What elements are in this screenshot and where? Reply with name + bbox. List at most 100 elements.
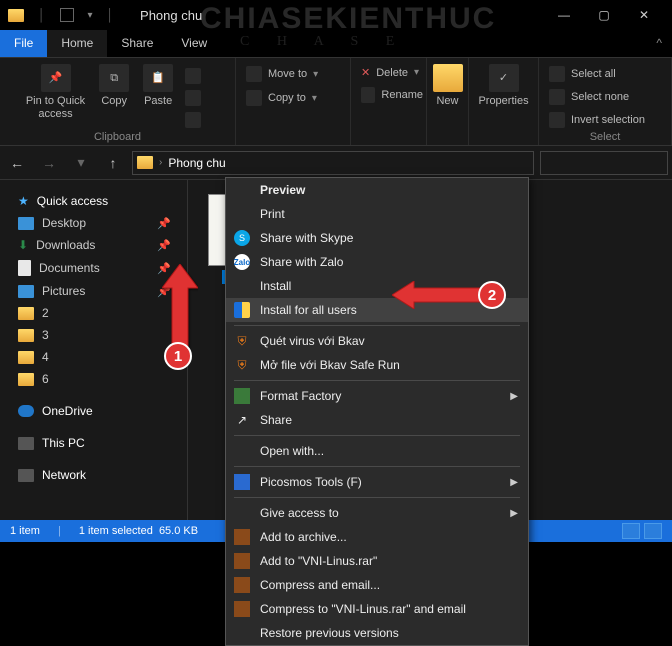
copy-button[interactable]: ⧉Copy xyxy=(93,62,135,110)
rename-button[interactable]: Rename xyxy=(357,85,427,105)
cut-button[interactable] xyxy=(181,66,215,86)
pin-icon: 📌 xyxy=(157,217,171,230)
chevron-right-icon: ▶ xyxy=(510,391,518,402)
format-factory-icon xyxy=(234,388,250,404)
ctx-format-factory[interactable]: Format Factory▶ xyxy=(226,384,528,408)
copy-to-button[interactable]: Copy to▾ xyxy=(242,88,362,108)
ctx-separator xyxy=(234,497,520,498)
annotation-badge-2: 2 xyxy=(478,281,506,309)
sidebar-pictures[interactable]: Pictures📌 xyxy=(0,280,187,302)
sidebar-this-pc[interactable]: This PC xyxy=(0,432,187,454)
select-none-icon xyxy=(549,89,565,105)
delete-icon: ✕ xyxy=(361,66,370,79)
invert-selection-button[interactable]: Invert selection xyxy=(545,110,665,130)
ribbon: 📌Pin to Quick access ⧉Copy 📋Paste Clipbo… xyxy=(0,58,672,146)
ctx-separator xyxy=(234,466,520,467)
nav-history-button[interactable]: ▾ xyxy=(68,150,94,176)
cut-icon xyxy=(185,68,201,84)
ctx-restore[interactable]: Restore previous versions xyxy=(226,621,528,645)
rename-icon xyxy=(361,87,375,103)
sidebar-network[interactable]: Network xyxy=(0,464,187,486)
ctx-compress-email[interactable]: Compress and email... xyxy=(226,573,528,597)
sidebar-quick-access[interactable]: ★Quick access xyxy=(0,190,187,212)
qat-item-icon[interactable] xyxy=(60,8,74,22)
sidebar-folder-3[interactable]: 3 xyxy=(0,324,187,346)
ctx-preview[interactable]: Preview xyxy=(226,178,528,202)
chevron-right-icon: ▶ xyxy=(510,477,518,488)
move-to-button[interactable]: Move to▾ xyxy=(242,64,362,84)
properties-button[interactable]: ✓Properties xyxy=(472,62,534,110)
copy-path-button[interactable] xyxy=(181,88,215,108)
delete-button[interactable]: ✕Delete▾ xyxy=(357,64,427,81)
cloud-icon xyxy=(18,405,34,417)
tab-view[interactable]: View xyxy=(167,30,221,57)
pc-icon xyxy=(18,437,34,450)
minimize-button[interactable]: — xyxy=(544,1,584,29)
new-button[interactable]: New xyxy=(427,62,469,110)
ctx-bkav-safe[interactable]: ⛨Mở file với Bkav Safe Run xyxy=(226,353,528,377)
ctx-give-access[interactable]: Give access to▶ xyxy=(226,501,528,525)
address-box[interactable]: › Phong chu xyxy=(132,151,534,175)
sidebar-folder-2[interactable]: 2 xyxy=(0,302,187,324)
invert-selection-icon xyxy=(549,112,565,128)
folder-icon xyxy=(18,351,34,364)
zalo-icon: Zalo xyxy=(234,254,250,270)
folder-icon xyxy=(137,156,153,169)
status-item-count: 1 item xyxy=(10,525,40,537)
paste-shortcut-button[interactable] xyxy=(181,110,215,130)
select-none-button[interactable]: Select none xyxy=(545,87,665,107)
sidebar-desktop[interactable]: Desktop📌 xyxy=(0,212,187,234)
ctx-separator xyxy=(234,435,520,436)
shield-icon xyxy=(234,302,250,318)
network-icon xyxy=(18,469,34,482)
new-folder-icon xyxy=(433,64,463,92)
ctx-share[interactable]: ↗Share xyxy=(226,408,528,432)
details-view-button[interactable] xyxy=(622,523,640,539)
nav-back-button[interactable]: ← xyxy=(4,150,30,176)
paste-button[interactable]: 📋Paste xyxy=(137,62,179,110)
sidebar-onedrive[interactable]: OneDrive xyxy=(0,400,187,422)
sidebar-folder-4[interactable]: 4 xyxy=(0,346,187,368)
ctx-bkav-scan[interactable]: ⛨Quét virus với Bkav xyxy=(226,329,528,353)
folder-icon xyxy=(18,307,34,320)
group-clipboard-label: Clipboard xyxy=(0,131,235,143)
nav-up-button[interactable]: ↑ xyxy=(100,150,126,176)
bkav-icon: ⛨ xyxy=(234,357,250,373)
tab-file[interactable]: File xyxy=(0,30,47,57)
skype-icon: S xyxy=(234,230,250,246)
nav-forward-button[interactable]: → xyxy=(36,150,62,176)
ctx-add-archive[interactable]: Add to archive... xyxy=(226,525,528,549)
path-segment[interactable]: Phong chu xyxy=(168,156,225,170)
ctx-print[interactable]: Print xyxy=(226,202,528,226)
tab-share[interactable]: Share xyxy=(107,30,167,57)
ctx-open-with[interactable]: Open with... xyxy=(226,439,528,463)
winrar-icon xyxy=(234,601,250,617)
qat-sep: │ xyxy=(38,8,46,22)
search-input[interactable] xyxy=(540,151,668,175)
pictures-icon xyxy=(18,285,34,298)
pin-icon: 📌 xyxy=(41,64,71,92)
ribbon-toggle-icon[interactable]: ^ xyxy=(646,30,672,57)
sidebar-downloads[interactable]: ⬇Downloads📌 xyxy=(0,234,187,256)
sidebar-documents[interactable]: Documents📌 xyxy=(0,256,187,280)
ctx-picosmos[interactable]: Picosmos Tools (F)▶ xyxy=(226,470,528,494)
chevron-down-icon[interactable]: ▾ xyxy=(88,10,93,21)
ctx-zalo[interactable]: ZaloShare with Zalo xyxy=(226,250,528,274)
chevron-right-icon: › xyxy=(159,157,162,168)
annotation-arrow-1 xyxy=(162,264,198,350)
maximize-button[interactable]: ▢ xyxy=(584,1,624,29)
ctx-compress-rar-email[interactable]: Compress to "VNI-Linus.rar" and email xyxy=(226,597,528,621)
title-bar: │ ▾ │ Phong chu — ▢ ✕ xyxy=(0,0,672,30)
select-all-button[interactable]: Select all xyxy=(545,64,665,84)
thumbnails-view-button[interactable] xyxy=(644,523,662,539)
ctx-add-rar[interactable]: Add to "VNI-Linus.rar" xyxy=(226,549,528,573)
status-selected: 1 item selected 65.0 KB xyxy=(79,525,198,537)
navigation-pane: ★Quick access Desktop📌 ⬇Downloads📌 Docum… xyxy=(0,180,188,520)
pin-quick-access-button[interactable]: 📌Pin to Quick access xyxy=(20,62,91,122)
close-button[interactable]: ✕ xyxy=(624,1,664,29)
ctx-skype[interactable]: SShare with Skype xyxy=(226,226,528,250)
sidebar-folder-6[interactable]: 6 xyxy=(0,368,187,390)
address-bar: ← → ▾ ↑ › Phong chu xyxy=(0,146,672,180)
ribbon-tabs: File Home Share View ^ xyxy=(0,30,672,58)
tab-home[interactable]: Home xyxy=(47,30,107,57)
